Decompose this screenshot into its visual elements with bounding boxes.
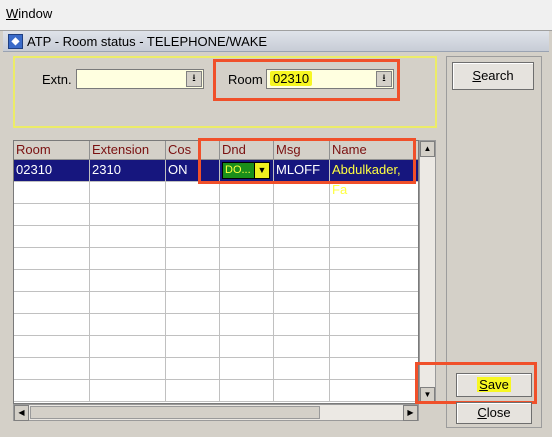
table-cell[interactable] <box>330 314 418 336</box>
cell-room[interactable]: 02310 <box>14 160 90 182</box>
room-highlight-box <box>213 59 400 101</box>
table-cell[interactable] <box>90 314 166 336</box>
table-cell[interactable] <box>166 226 220 248</box>
table-cell[interactable] <box>90 226 166 248</box>
header-extension[interactable]: Extension <box>90 141 166 160</box>
table-cell[interactable] <box>14 336 90 358</box>
search-button[interactable]: Search <box>452 62 534 90</box>
horizontal-scroll-thumb[interactable] <box>30 406 320 419</box>
table-cell[interactable] <box>330 292 418 314</box>
table-cell[interactable] <box>14 226 90 248</box>
table-cell[interactable] <box>90 270 166 292</box>
table-cell[interactable] <box>220 358 274 380</box>
table-row[interactable] <box>14 358 418 380</box>
table-cell[interactable] <box>14 380 90 402</box>
table-cell[interactable] <box>90 204 166 226</box>
menu-bar: Window <box>0 0 552 26</box>
table-cell[interactable] <box>330 226 418 248</box>
table-cell[interactable] <box>90 358 166 380</box>
close-button[interactable]: Close <box>456 402 532 424</box>
table-row[interactable] <box>14 226 418 248</box>
table-cell[interactable] <box>14 204 90 226</box>
close-label: lose <box>486 405 511 420</box>
table-cell[interactable] <box>220 292 274 314</box>
window-title: ATP - Room status - TELEPHONE/WAKE <box>27 34 268 49</box>
menu-window[interactable]: Window <box>6 6 52 21</box>
extn-dropdown-icon[interactable]: ⭳ <box>186 71 202 87</box>
table-cell[interactable] <box>330 204 418 226</box>
table-row[interactable] <box>14 380 418 402</box>
table-cell[interactable] <box>274 380 330 402</box>
extn-label: Extn. <box>42 72 72 87</box>
window-title-bar: ◆ ATP - Room status - TELEPHONE/WAKE <box>3 31 549 52</box>
scroll-up-icon[interactable]: ▲ <box>420 141 435 157</box>
table-cell[interactable] <box>14 182 90 204</box>
table-row[interactable] <box>14 270 418 292</box>
table-cell[interactable] <box>166 336 220 358</box>
table-cell[interactable] <box>220 182 274 204</box>
table-cell[interactable] <box>274 314 330 336</box>
extn-field[interactable]: ⭳ <box>76 69 204 89</box>
table-cell[interactable] <box>166 182 220 204</box>
table-cell[interactable] <box>14 270 90 292</box>
table-cell[interactable] <box>274 358 330 380</box>
table-cell[interactable] <box>274 292 330 314</box>
table-cell[interactable] <box>330 358 418 380</box>
table-cell[interactable] <box>330 182 418 204</box>
table-cell[interactable] <box>220 248 274 270</box>
header-room[interactable]: Room <box>14 141 90 160</box>
table-cell[interactable] <box>330 248 418 270</box>
table-cell[interactable] <box>14 314 90 336</box>
table-cell[interactable] <box>330 270 418 292</box>
search-label: earch <box>481 68 514 83</box>
table-cell[interactable] <box>220 204 274 226</box>
table-cell[interactable] <box>166 248 220 270</box>
table-cell[interactable] <box>90 182 166 204</box>
table-row[interactable] <box>14 248 418 270</box>
table-cell[interactable] <box>274 270 330 292</box>
table-cell[interactable] <box>166 204 220 226</box>
table-cell[interactable] <box>166 314 220 336</box>
table-cell[interactable] <box>166 358 220 380</box>
close-mnemonic: C <box>477 405 487 420</box>
scroll-left-icon[interactable]: ◀ <box>14 405 29 421</box>
table-cell[interactable] <box>14 248 90 270</box>
table-cell[interactable] <box>274 182 330 204</box>
table-cell[interactable] <box>14 292 90 314</box>
table-cell[interactable] <box>166 292 220 314</box>
table-cell[interactable] <box>274 226 330 248</box>
scroll-right-icon[interactable]: ▶ <box>403 405 418 421</box>
table-cell[interactable] <box>330 380 418 402</box>
columns-highlight-box <box>198 138 416 184</box>
menu-window-mnemonic: W <box>6 6 19 21</box>
table-cell[interactable] <box>274 248 330 270</box>
table-cell[interactable] <box>166 270 220 292</box>
table-cell[interactable] <box>220 270 274 292</box>
table-row[interactable] <box>14 292 418 314</box>
table-cell[interactable] <box>90 292 166 314</box>
menu-window-label: indow <box>18 6 53 21</box>
table-row[interactable] <box>14 204 418 226</box>
table-cell[interactable] <box>220 226 274 248</box>
table-cell[interactable] <box>14 358 90 380</box>
table-row[interactable] <box>14 182 418 204</box>
table-cell[interactable] <box>166 380 220 402</box>
table-cell[interactable] <box>220 380 274 402</box>
table-cell[interactable] <box>274 336 330 358</box>
table-cell[interactable] <box>90 248 166 270</box>
table-cell[interactable] <box>90 380 166 402</box>
table-row[interactable] <box>14 336 418 358</box>
app-icon: ◆ <box>8 34 23 49</box>
horizontal-scrollbar[interactable]: ◀ ▶ <box>13 404 419 421</box>
table-cell[interactable] <box>330 336 418 358</box>
search-mnemonic: S <box>472 68 482 83</box>
table-cell[interactable] <box>220 336 274 358</box>
table-cell[interactable] <box>220 314 274 336</box>
table-row[interactable] <box>14 314 418 336</box>
save-highlight-box <box>415 362 537 404</box>
table-cell[interactable] <box>274 204 330 226</box>
table-cell[interactable] <box>90 336 166 358</box>
cell-extension[interactable]: 2310 <box>90 160 166 182</box>
